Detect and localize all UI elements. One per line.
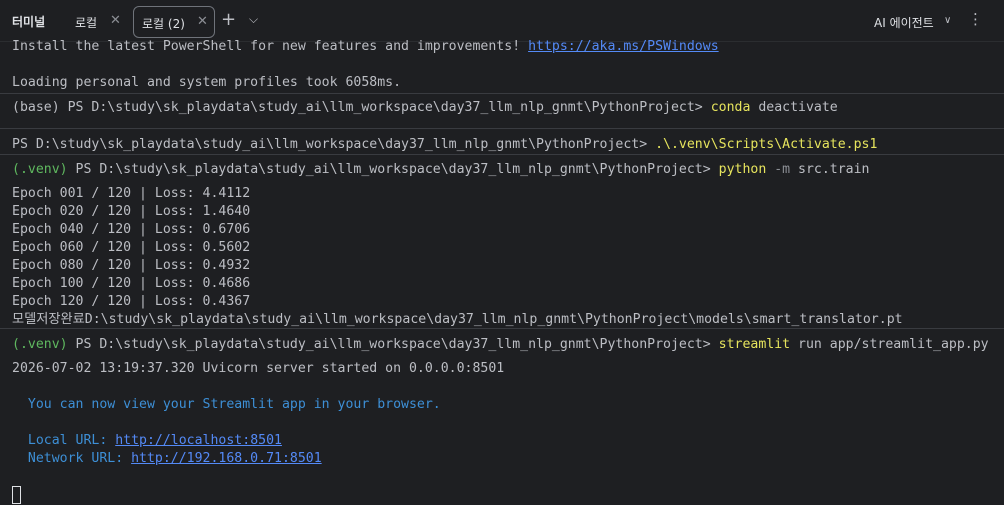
tab-label: 로컬 (2) bbox=[142, 17, 185, 31]
local-url-label: Local URL: bbox=[12, 433, 116, 448]
epoch-line: Epoch 040 / 120 | Loss: 0.6706 bbox=[12, 222, 251, 237]
divider bbox=[0, 128, 1004, 129]
more-options-icon[interactable]: ⋮ bbox=[968, 10, 983, 28]
streamlit-message: You can now view your Streamlit app in y… bbox=[12, 397, 441, 412]
command-name: python bbox=[718, 162, 767, 177]
terminal-cursor bbox=[12, 486, 21, 504]
plus-icon[interactable]: + bbox=[221, 9, 236, 30]
prompt: PS D:\study\sk_playdata\study_ai\llm_wor… bbox=[67, 162, 719, 177]
local-url-link[interactable]: http://localhost:8501 bbox=[115, 433, 282, 448]
network-url-line: Network URL: http://192.168.0.71:8501 bbox=[12, 450, 322, 468]
chevron-down-icon[interactable]: ⌵ bbox=[249, 12, 258, 27]
terminal-output[interactable]: Install the latest PowerShell for new fe… bbox=[0, 38, 1004, 505]
ai-agent-button[interactable]: AI 에이전트 bbox=[874, 14, 934, 31]
chevron-down-icon[interactable]: ∨ bbox=[944, 15, 951, 26]
close-icon[interactable]: ✕ bbox=[197, 14, 208, 29]
terminal-title: 터미널 bbox=[12, 15, 46, 29]
prompt: (base) PS D:\study\sk_playdata\study_ai\… bbox=[12, 100, 711, 115]
epoch-line: Epoch 120 / 120 | Loss: 0.4367 bbox=[12, 294, 251, 309]
divider bbox=[0, 93, 1004, 94]
prompt: PS D:\study\sk_playdata\study_ai\llm_wor… bbox=[67, 337, 719, 352]
venv-label: (.venv) bbox=[12, 162, 68, 177]
terminal-tabbar: 터미널 로컬 ✕ 로컬 (2) ✕ + ⌵ AI 에이전트 ∨ ⋮ bbox=[0, 0, 1004, 42]
prompt-line: (.venv) PS D:\study\sk_playdata\study_ai… bbox=[12, 336, 989, 354]
prompt-line: (.venv) PS D:\study\sk_playdata\study_ai… bbox=[12, 161, 870, 179]
command-name: conda bbox=[710, 100, 751, 115]
install-text: Install the latest PowerShell for new fe… bbox=[12, 39, 529, 54]
epoch-line: Epoch 080 / 120 | Loss: 0.4932 bbox=[12, 258, 251, 273]
epoch-line: Epoch 060 / 120 | Loss: 0.5602 bbox=[12, 240, 251, 255]
command-name: .\.venv\Scripts\Activate.ps1 bbox=[655, 137, 878, 152]
venv-label: (.venv) bbox=[12, 337, 68, 352]
epoch-line: Epoch 001 / 120 | Loss: 4.4112 bbox=[12, 186, 251, 201]
tab-local-2[interactable]: 로컬 (2) ✕ bbox=[133, 6, 215, 38]
tab-local[interactable]: 로컬 ✕ bbox=[64, 6, 126, 36]
command-name: streamlit bbox=[718, 337, 791, 352]
loading-line: Loading personal and system profiles too… bbox=[12, 75, 402, 90]
divider bbox=[0, 328, 1004, 329]
uvicorn-line: 2026-07-02 13:19:37.320 Uvicorn server s… bbox=[12, 361, 505, 376]
epoch-line: Epoch 100 / 120 | Loss: 0.4686 bbox=[12, 276, 251, 291]
prompt-line: PS D:\study\sk_playdata\study_ai\llm_wor… bbox=[12, 136, 877, 154]
prompt: PS D:\study\sk_playdata\study_ai\llm_wor… bbox=[12, 137, 656, 152]
install-link[interactable]: https://aka.ms/PSWindows bbox=[528, 39, 719, 54]
network-url-link[interactable]: http://192.168.0.71:8501 bbox=[131, 451, 322, 466]
command-args: run app/streamlit_app.py bbox=[790, 337, 989, 352]
model-saved-line: 모델저장완료D:\study\sk_playdata\study_ai\llm_… bbox=[12, 312, 903, 327]
close-icon[interactable]: ✕ bbox=[110, 13, 121, 28]
divider bbox=[0, 154, 1004, 155]
epoch-line: Epoch 020 / 120 | Loss: 1.4640 bbox=[12, 204, 251, 219]
network-url-label: Network URL: bbox=[12, 451, 132, 466]
install-line: Install the latest PowerShell for new fe… bbox=[12, 38, 719, 56]
local-url-line: Local URL: http://localhost:8501 bbox=[12, 432, 282, 450]
command-flag: -m bbox=[766, 162, 791, 177]
command-args: src.train bbox=[790, 162, 870, 177]
tab-label: 로컬 bbox=[75, 16, 98, 30]
command-args: deactivate bbox=[750, 100, 838, 115]
prompt-line: (base) PS D:\study\sk_playdata\study_ai\… bbox=[12, 99, 838, 117]
